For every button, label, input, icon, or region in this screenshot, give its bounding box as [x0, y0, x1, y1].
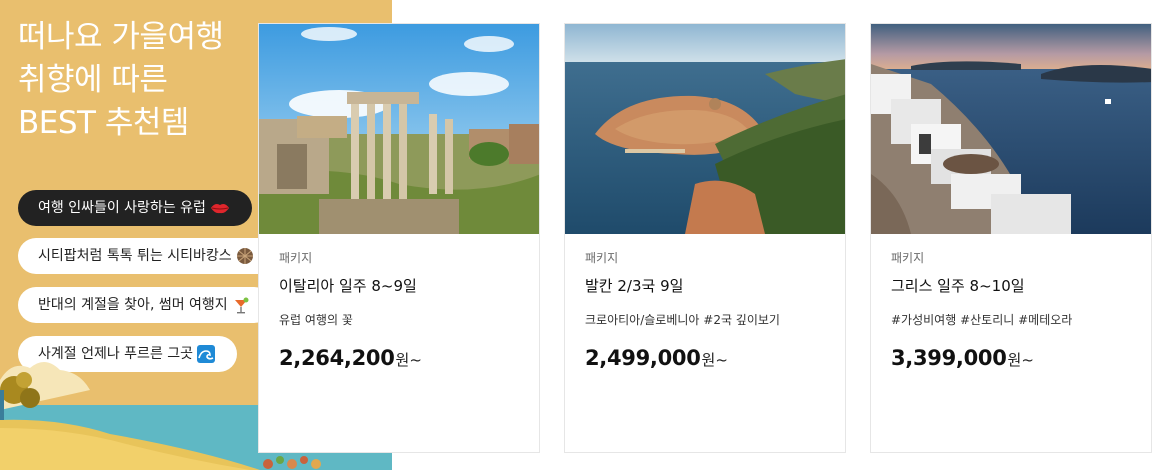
- price-unit: 원~: [701, 351, 728, 369]
- tag-label: 여행 인싸들이 사랑하는 유럽: [38, 200, 206, 216]
- product-card-balkan[interactable]: 패키지 발칸 2/3국 9일 크로아티아/슬로베니아 #2국 깊이보기 2,49…: [564, 23, 846, 453]
- tag-city-button[interactable]: 시티팝처럼 톡톡 튀는 시티바캉스: [18, 238, 276, 274]
- tag-label: 시티팝처럼 톡톡 튀는 시티바캉스: [38, 248, 232, 264]
- price-unit: 원~: [1007, 351, 1034, 369]
- santorini-photo: [871, 24, 1151, 234]
- product-description: #가성비여행 #산토리니 #메테오라: [891, 313, 1073, 327]
- tag-label: 반대의 계절을 찾아, 썸머 여행지: [38, 297, 228, 313]
- product-description: 크로아티아/슬로베니아 #2국 깊이보기: [585, 313, 780, 327]
- product-description: 유럽 여행의 꽃: [279, 313, 353, 327]
- product-card-italy[interactable]: 패키지 이탈리아 일주 8~9일 유럽 여행의 꽃 2,264,200 원~: [258, 23, 540, 453]
- tag-summer-button[interactable]: 반대의 계절을 찾아, 썸머 여행지: [18, 287, 272, 323]
- product-category: 패키지: [585, 251, 619, 265]
- disco-ball-icon: [236, 247, 254, 265]
- product-card-greece[interactable]: 패키지 그리스 일주 8~10일 #가성비여행 #산토리니 #메테오라 3,39…: [870, 23, 1152, 453]
- product-price: 2,499,000 원~: [585, 346, 825, 370]
- product-name[interactable]: 발칸 2/3국 9일: [585, 276, 825, 296]
- price-amount: 3,399,000: [891, 346, 1007, 370]
- tropical-drink-icon: [232, 296, 250, 314]
- tag-europe-button[interactable]: 여행 인싸들이 사랑하는 유럽: [18, 190, 252, 226]
- product-category: 패키지: [279, 251, 313, 265]
- product-name[interactable]: 그리스 일주 8~10일: [891, 276, 1131, 296]
- product-category: 패키지: [891, 251, 925, 265]
- dubrovnik-photo: [565, 24, 845, 234]
- lips-icon: [210, 201, 230, 215]
- price-unit: 원~: [395, 351, 422, 369]
- roman-forum-photo: [259, 24, 539, 234]
- product-price: 3,399,000 원~: [891, 346, 1131, 370]
- promo-title: 떠나요 가을여행 취향에 따른 BEST 추천템: [18, 19, 224, 141]
- price-amount: 2,499,000: [585, 346, 701, 370]
- price-amount: 2,264,200: [279, 346, 395, 370]
- product-name[interactable]: 이탈리아 일주 8~9일: [279, 276, 519, 296]
- product-price: 2,264,200 원~: [279, 346, 519, 370]
